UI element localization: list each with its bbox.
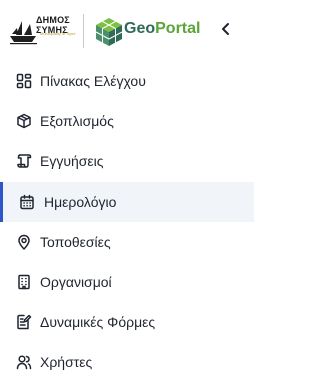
scroll-icon: [16, 153, 32, 169]
sidebar-item-label: Οργανισμοί: [40, 274, 112, 291]
calendar-icon: [19, 194, 35, 210]
sidebar-item-warranties[interactable]: Εγγυήσεις: [0, 141, 254, 181]
building-icon: [16, 274, 32, 290]
users-icon: [16, 354, 32, 370]
sidebar-item-dashboard[interactable]: Πίνακας Ελέγχου: [0, 61, 254, 101]
geoportal-logo-icon: [95, 18, 123, 46]
box-icon: [16, 113, 32, 129]
sidebar-item-calendar[interactable]: Ημερολόγιο: [0, 181, 254, 222]
sidebar-nav: Πίνακας Ελέγχου Εξοπλισμός Εγγυήσεις Ημε…: [0, 61, 254, 383]
sidebar-item-dynamic-forms[interactable]: Δυναμικές Φόρμες: [0, 302, 254, 342]
sidebar-header: ΔΗΜΟΣ ΣΥΜΗΣ Municipality of Symi GeoPort…: [0, 0, 254, 62]
sidebar-item-label: Εξοπλισμός: [40, 113, 114, 130]
map-pin-icon: [16, 234, 32, 250]
chevron-left-icon: [222, 23, 229, 35]
app-name-geo: Geo: [124, 20, 156, 37]
municipality-name-line1: ΔΗΜΟΣ: [36, 15, 70, 25]
sidebar-item-organizations[interactable]: Οργανισμοί: [0, 262, 254, 302]
sidebar-item-label: Πίνακας Ελέγχου: [40, 73, 146, 90]
logo-divider: [83, 14, 84, 48]
sidebar-item-equipment[interactable]: Εξοπλισμός: [0, 101, 254, 141]
sidebar-item-label: Δυναμικές Φόρμες: [40, 314, 156, 331]
sidebar-item-label: Εγγυήσεις: [40, 153, 104, 170]
dashboard-grid-icon: [16, 73, 32, 89]
sidebar-item-label: Ημερολόγιο: [44, 193, 117, 210]
sidebar-item-label: Τοποθεσίες: [40, 233, 111, 250]
form-edit-icon: [16, 314, 32, 330]
sidebar-item-label: Χρήστες: [40, 354, 93, 371]
app-name: GeoPortal: [124, 19, 200, 39]
sidebar-item-users[interactable]: Χρήστες: [0, 342, 254, 382]
sidebar-item-locations[interactable]: Τοποθεσίες: [0, 222, 254, 262]
municipality-tagline: Municipality of Symi: [40, 31, 76, 36]
app-name-portal: Portal: [155, 20, 201, 37]
collapse-sidebar-button[interactable]: [216, 19, 236, 39]
